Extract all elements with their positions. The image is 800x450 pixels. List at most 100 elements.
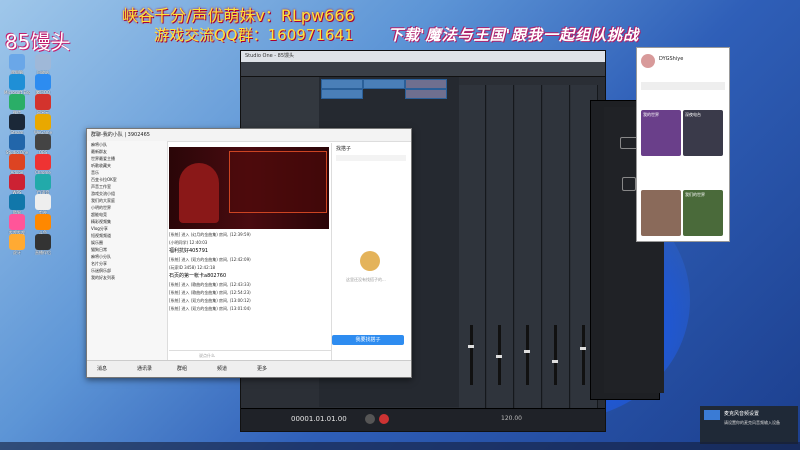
transport-bar: 00001.01.01.00 120.00 (241, 408, 605, 431)
card-title: 深夜电台 (685, 112, 701, 117)
app-icon (35, 214, 51, 230)
group-sidebar[interactable]: 麻将小队 最新群友 世界最爱主播 听歌收藏夹 音乐 百变卡拉OK室 声音工作室 游戏交流小组我… (87, 141, 168, 361)
streamer-name: DYGShiye (659, 56, 684, 62)
chat-messages: [系统] 进入 (幻月的金曲集) 房间, (12:39:59) (小明同学) 12… (169, 231, 331, 351)
desktop-icon[interactable]: OBS (30, 134, 56, 155)
app-icon (9, 134, 25, 150)
audio-clip[interactable] (405, 89, 447, 99)
mixer-strip[interactable] (487, 85, 514, 409)
bottom-tab[interactable]: 群组 (177, 365, 187, 372)
desktop-icon[interactable]: 虎牙 (4, 234, 30, 255)
sidebar-item[interactable]: Vlog分享 (87, 225, 167, 232)
mixer-strip[interactable] (459, 85, 486, 409)
desktop-icon[interactable]: 此电脑 (4, 54, 30, 75)
sidebar-item[interactable]: 我们的大家庭 (87, 197, 167, 204)
banner-figure (179, 163, 219, 223)
live-card[interactable] (641, 190, 681, 236)
app-icon (35, 154, 51, 170)
desktop-icon[interactable]: 回收站 (30, 54, 56, 75)
sidebar-item[interactable]: 世界最爱主播 (87, 155, 167, 162)
sidebar-item[interactable]: 游戏交流小组 (87, 190, 167, 197)
overlay-line-1: 峡谷千分/声优萌妹v：RLpw666 (122, 6, 355, 25)
panel-tab[interactable]: 找搭子 (336, 145, 351, 152)
desktop-icon[interactable]: Steam (4, 114, 30, 135)
desktop-icon[interactable]: 网易云 (30, 94, 56, 115)
desktop-icon[interactable]: WPS (4, 174, 30, 195)
app-icon (9, 214, 25, 230)
sidebar-item[interactable]: 麻将小分队 (87, 253, 167, 260)
chat-message: [系统] 进入 (幻月的金曲集) 房间, (12:39:59) (169, 232, 251, 237)
sidebar-item[interactable]: 音乐 (87, 169, 167, 176)
chat-message: 福利抗好405791 (169, 248, 209, 254)
desktop-icon[interactable]: 直播伴侣 (30, 234, 56, 255)
sidebar-item[interactable]: 超能电竞 (87, 211, 167, 218)
desktop-icon[interactable]: 哔哩哔哩 (4, 214, 30, 235)
filter-bar[interactable] (336, 155, 406, 161)
fader[interactable] (582, 325, 585, 385)
bottom-tab[interactable]: 更多 (257, 365, 267, 372)
live-card[interactable]: 我的世界 (641, 110, 681, 156)
empty-hint: 这里还没有找搭子的... (346, 277, 386, 282)
sidebar-item[interactable]: 声音工作室 (87, 183, 167, 190)
sidebar-item[interactable]: 最新群友 (87, 148, 167, 155)
sidebar-item[interactable]: 猫狗日常 (87, 246, 167, 253)
camera-icon[interactable] (622, 177, 636, 191)
app-icon (35, 54, 51, 70)
audio-clip[interactable] (321, 89, 363, 99)
mixer-strip[interactable] (515, 85, 542, 409)
bottom-tab[interactable]: 频道 (217, 365, 227, 372)
chat-message: 石页的第一帐卡a802760 (169, 273, 227, 279)
desktop-icon[interactable]: 微信 (4, 94, 30, 115)
streamer-badge: 85馒头 (5, 30, 71, 54)
live-card[interactable]: 我们的世界 (683, 190, 723, 236)
sidebar-item[interactable]: 听歌收藏夹 (87, 162, 167, 169)
search-input[interactable] (641, 82, 725, 90)
desktop-icon[interactable]: 斗鱼 (30, 214, 56, 235)
desktop-icon[interactable]: WeGame (30, 114, 56, 135)
sidebar-item[interactable]: 名片分享 (87, 260, 167, 267)
sidebar-item[interactable]: 百变卡拉OK室 (87, 176, 167, 183)
bottom-tab[interactable]: 通讯录 (137, 365, 152, 372)
sidebar-item[interactable]: 娱乐圈 (87, 239, 167, 246)
record-icon[interactable] (379, 414, 389, 424)
app-icon (35, 114, 51, 130)
audio-clip[interactable] (363, 79, 405, 89)
app-icon (35, 74, 51, 90)
sidebar-item[interactable]: 我的好友列表 (87, 274, 167, 281)
sidebar-item[interactable]: 短视频频道 (87, 232, 167, 239)
desktop-icon[interactable]: YY语音 (30, 174, 56, 195)
sidebar-item[interactable]: 麻将小队 (87, 141, 167, 148)
room-banner (169, 147, 329, 229)
sidebar-item[interactable]: 乐迷俱乐部 (87, 267, 167, 274)
desktop-icon[interactable]: Adobe (4, 154, 30, 175)
audio-clip[interactable] (321, 79, 363, 89)
audio-clip[interactable] (405, 79, 447, 89)
desktop-icon[interactable]: 酷狗 (4, 194, 30, 215)
daw-toolbar[interactable] (241, 62, 605, 77)
mixer-strip[interactable] (543, 85, 570, 409)
partner-panel: 找搭子 这里还没有找搭子的... 我要找搭子 (331, 143, 411, 361)
fader[interactable] (554, 325, 557, 385)
app-icon (9, 234, 25, 250)
desktop-icon[interactable]: Studio One (4, 134, 30, 155)
play-icon[interactable] (365, 414, 375, 424)
avatar[interactable] (641, 54, 655, 68)
app-icon (704, 410, 720, 420)
desktop-icon-label: 虎牙 (13, 250, 21, 255)
app-icon (35, 194, 51, 210)
post-partner-button[interactable]: 我要找搭子 (332, 335, 404, 345)
desktop-icon[interactable]: Chrome (30, 154, 56, 175)
card-title: 我的世界 (643, 112, 659, 117)
bpm[interactable]: 120.00 (501, 415, 522, 422)
live-card[interactable]: 深夜电台 (683, 110, 723, 156)
desktop-icon[interactable]: Microsoft Edge (4, 74, 30, 95)
sidebar-item[interactable]: 小明的世界 (87, 204, 167, 211)
desktop-icon[interactable]: 剪映 (30, 194, 56, 215)
desktop-icon[interactable]: 腾讯QQ (30, 74, 56, 95)
bottom-tabbar: 消息 通讯录 群组 频道 更多 (87, 360, 411, 377)
sidebar-item[interactable]: 精彩视频集 (87, 218, 167, 225)
notification-toast[interactable]: 麦克风音频设置 请设置你的麦克风音频输入设备 (700, 406, 798, 444)
fader[interactable] (526, 325, 529, 385)
bottom-tab[interactable]: 消息 (97, 365, 107, 372)
fader[interactable] (470, 325, 473, 385)
